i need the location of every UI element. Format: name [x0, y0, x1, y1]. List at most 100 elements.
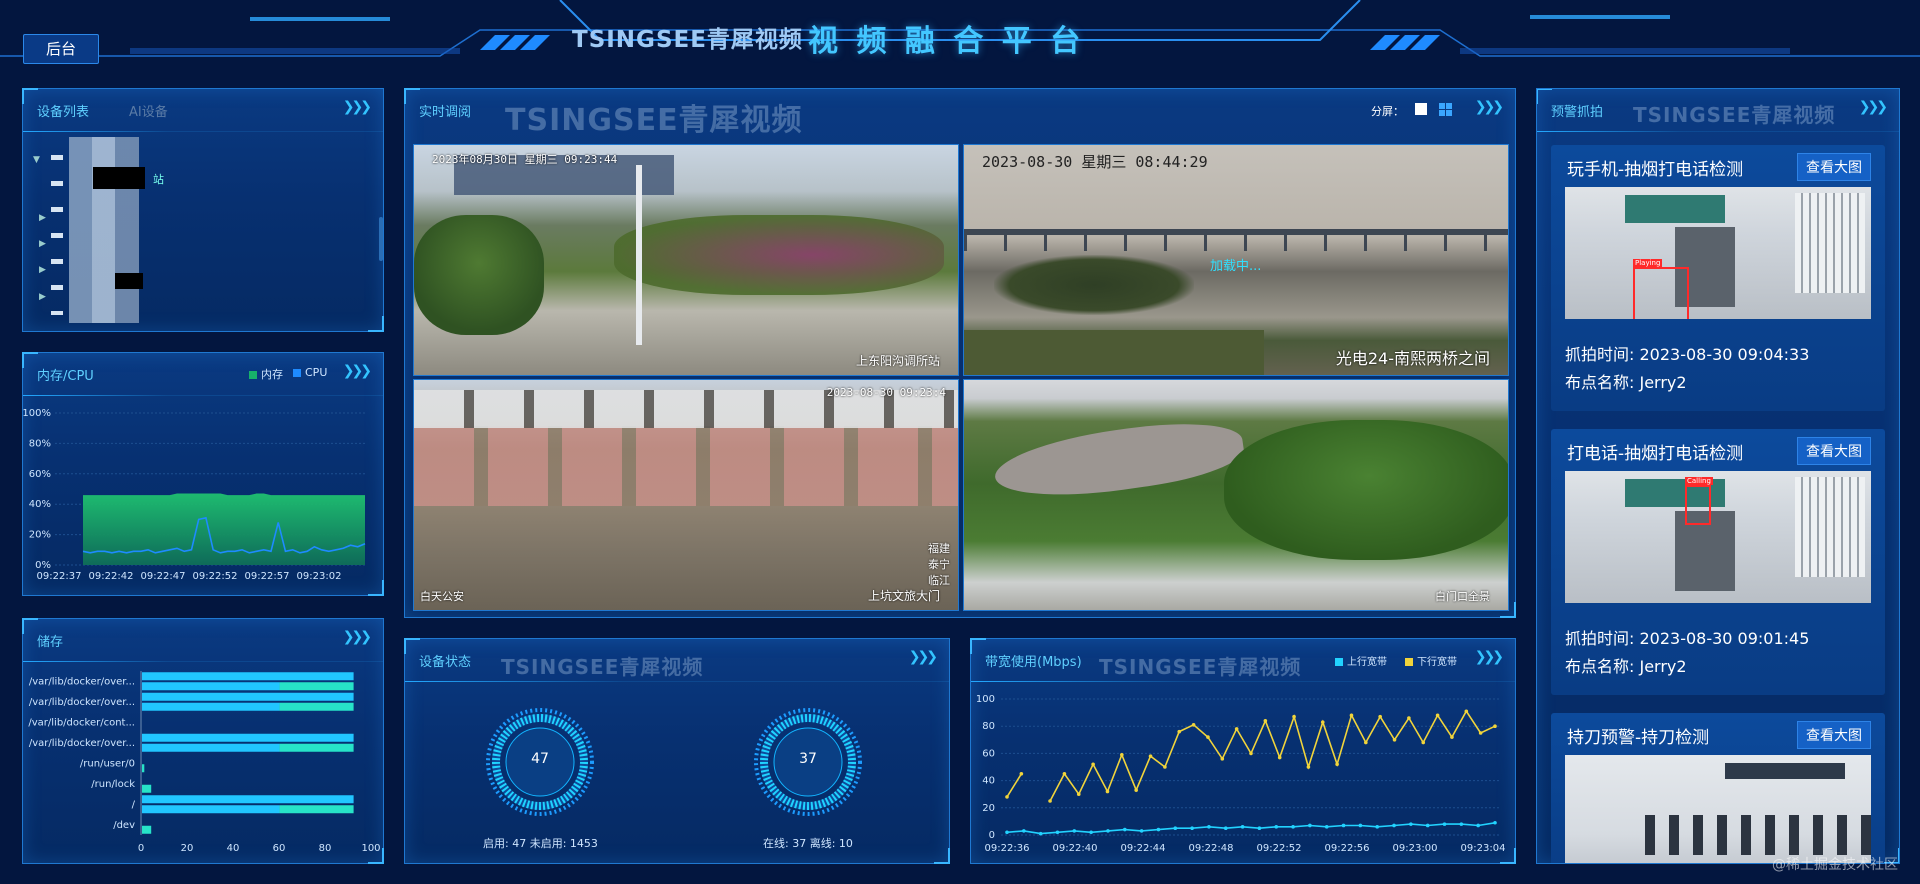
x-tick-label: 40 [227, 843, 240, 854]
alert-card[interactable]: 玩手机-抽烟打电话检测 查看大图 Playing 抓拍时间: 2023-08-3… [1551, 145, 1885, 411]
y-tick-label: 40 [982, 776, 995, 787]
data-point [1263, 718, 1268, 723]
data-point [1240, 825, 1245, 829]
bar [142, 825, 152, 834]
back-button[interactable]: 后台 [23, 34, 99, 64]
data-point [1407, 716, 1411, 720]
tree-toggle-icon[interactable]: ▶ [39, 265, 46, 275]
snapshot-monitors [1625, 195, 1725, 223]
bar [142, 682, 280, 691]
bar [279, 682, 354, 691]
tree-toggle-icon[interactable]: ▶ [39, 292, 46, 302]
data-point [1223, 826, 1228, 830]
tree-node-icons [51, 155, 63, 315]
live-view-panel: 实时调阅 TSINGSEE青犀视频 分屏： ❯❯❯ 2023年08月30日 星期… [404, 88, 1516, 618]
scene-hill [1224, 420, 1508, 560]
view-large-button[interactable]: 查看大图 [1797, 153, 1871, 181]
view-large-button[interactable]: 查看大图 [1797, 437, 1871, 465]
scene-shrubs [614, 215, 944, 295]
header-brand: TSINGSEE青犀视频 [572, 27, 803, 53]
divider [971, 681, 1515, 682]
legend-swatch [249, 371, 257, 379]
storage-panel: 储存 ❯❯❯ /var/lib/docker/over.../var/lib/d… [22, 618, 384, 864]
camera-tile[interactable]: 2023-08-30 09:23:4 福建 泰宁 临江 白天公安 上坑文旅大门 [413, 379, 959, 611]
bar [142, 805, 280, 814]
tab-ai-device[interactable]: AI设备 [129, 101, 168, 120]
camera-tile[interactable]: 2023年08月30日 星期三 09:23:44 上东阳沟调所站 [413, 144, 959, 376]
data-point [1148, 754, 1153, 758]
data-point [1421, 740, 1426, 745]
camera-name: 上坑文旅大门 [867, 589, 940, 603]
data-point [1156, 827, 1161, 832]
split-single-icon[interactable] [1415, 103, 1427, 115]
data-point [1409, 822, 1413, 826]
divider [23, 395, 383, 396]
alert-title: 打电话-抽烟打电话检测 [1567, 444, 1744, 464]
data-point [1019, 772, 1024, 776]
x-tick-label: 09:22:52 [193, 571, 238, 582]
data-point [1375, 825, 1380, 829]
series-line [1006, 822, 1496, 835]
alerts-brand: TSINGSEE青犀视频 [1633, 103, 1836, 127]
camera-tile[interactable]: 白门口全景 [963, 379, 1509, 611]
live-brand: TSINGSEE青犀视频 [505, 103, 803, 138]
legend-label: 下行宽带 [1417, 657, 1457, 668]
category-label: /var/lib/docker/over... [29, 738, 135, 749]
legend-label: 内存 [261, 368, 283, 381]
bar [142, 702, 280, 711]
camera-name: 白门口全景 [1435, 590, 1490, 603]
category-label: /var/lib/docker/over... [29, 697, 135, 708]
y-tick-label: 0% [35, 560, 51, 571]
alert-card[interactable]: 持刀预警-持刀检测 查看大图 [1551, 713, 1885, 863]
redacted-block [115, 273, 143, 289]
data-point [1459, 822, 1464, 826]
y-tick-label: 100 [976, 694, 995, 705]
x-tick-label: 09:22:40 [1053, 843, 1098, 854]
x-tick-label: 09:22:42 [89, 571, 134, 582]
snapshot-signs [1725, 763, 1845, 779]
category-label: /var/lib/docker/cont... [28, 717, 135, 728]
alert-time: 抓拍时间: 2023-08-30 09:04:33 [1565, 345, 1810, 364]
y-tick-label: 100% [23, 408, 51, 419]
blurred-device-names [69, 137, 139, 323]
data-point [1320, 720, 1325, 724]
legend-swatch [1335, 658, 1343, 666]
data-point [1450, 735, 1454, 739]
tree-toggle-icon[interactable]: ▶ [39, 239, 46, 249]
chevron-right-icon: ❯❯❯ [342, 629, 372, 645]
data-point [1358, 823, 1363, 828]
data-point [1425, 823, 1430, 828]
data-point [1257, 826, 1262, 830]
data-point [1392, 738, 1397, 742]
detection-tag: Playing [1633, 259, 1663, 267]
tree-toggle-icon[interactable]: ▼ [33, 155, 40, 165]
split-quad-icon[interactable] [1439, 103, 1452, 116]
alert-snapshot[interactable]: Calling [1565, 471, 1871, 603]
tree-toggle-icon[interactable]: ▶ [39, 213, 46, 223]
data-point [1308, 823, 1312, 828]
device-tree[interactable]: ▼ ▶ ▶ ▶ ▶ 站 [31, 137, 383, 323]
category-label: /run/user/0 [80, 758, 135, 769]
alert-snapshot[interactable] [1565, 755, 1871, 863]
view-large-button[interactable]: 查看大图 [1797, 721, 1871, 749]
category-label: /run/lock [91, 779, 135, 790]
split-label: 分屏： [1371, 105, 1404, 118]
detection-box [1685, 485, 1711, 525]
alert-card[interactable]: 打电话-抽烟打电话检测 查看大图 Calling 抓拍时间: 2023-08-3… [1551, 429, 1885, 695]
y-tick-label: 80 [982, 721, 995, 732]
camera-tile[interactable]: 2023-08-30 星期三 08:44:29 加载中... 光电24-南熙两桥… [963, 144, 1509, 376]
scene-pole [636, 165, 642, 345]
legend-upload: 上行宽带 [1335, 653, 1387, 668]
x-tick-label: 09:23:04 [1461, 843, 1506, 854]
data-point [1493, 724, 1497, 728]
tree-scrollbar[interactable] [379, 217, 383, 261]
divider [23, 661, 383, 662]
bandwidth-panel: 带宽使用(Mbps) TSINGSEE青犀视频 上行宽带 下行宽带 ❯❯❯ 0 2… [970, 638, 1516, 864]
tab-device-list[interactable]: 设备列表 [37, 101, 89, 120]
data-point [1378, 714, 1382, 719]
x-tick-label: 09:22:44 [1121, 843, 1166, 854]
snapshot-people [1645, 815, 1871, 855]
storage-chart: /var/lib/docker/over... /var/lib/docker/o… [28, 671, 381, 854]
alert-snapshot[interactable]: Playing [1565, 187, 1871, 319]
data-point [1177, 729, 1182, 734]
